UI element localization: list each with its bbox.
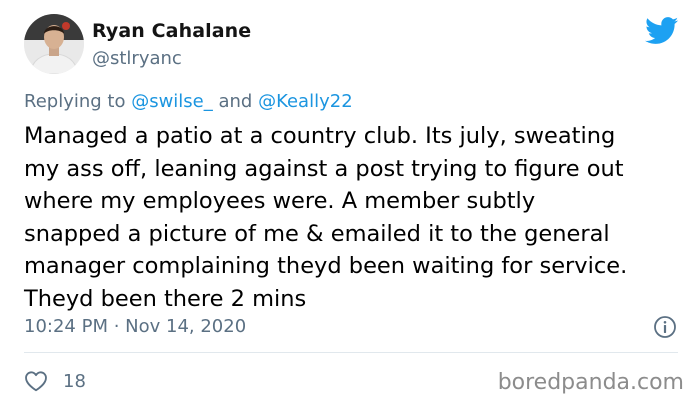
heart-outline-icon [25,371,47,392]
twitter-bird-icon[interactable] [645,17,679,45]
user-handle[interactable]: @stlryanc [92,48,182,69]
like-count: 18 [63,370,86,392]
tweet-text-line: Theyd been there 2 mins [24,285,307,312]
user-avatar-photo [24,14,84,74]
replying-to-line: Replying to @swilse_ and @Keally22 [24,91,353,112]
mention-link-swilse[interactable]: @swilse_ [131,91,213,112]
mention-link-keally[interactable]: @Keally22 [258,91,353,112]
tweet-card: Ryan Cahalane @stlryanc Replying to @swi… [0,0,700,406]
tweet-text-line: Managed a patio at a country club. Its j… [24,123,616,149]
tweet-text-line: snapped a picture of me & emailed it to … [24,220,610,247]
tweet-text: Managed a patio at a country club. Its j… [24,120,694,315]
display-name[interactable]: Ryan Cahalane [92,20,251,42]
replying-to-prefix: Replying to [24,91,132,112]
tweet-timestamp[interactable]: 10:24 PM · Nov 14, 2020 [24,316,246,337]
info-circle-icon[interactable] [653,315,677,339]
tweet-text-line: where my employees were. A member subtly [24,188,536,214]
avatar[interactable] [24,14,84,74]
tweet-text-line: my ass off, leaning against a post tryin… [24,155,624,182]
replying-to-joiner: and [212,91,259,112]
tweet-text-line: manager complaining theyd been waiting f… [24,253,628,279]
boredpanda-watermark: boredpanda.com [497,370,684,395]
like-button[interactable]: 18 [24,369,86,393]
divider [24,352,678,353]
